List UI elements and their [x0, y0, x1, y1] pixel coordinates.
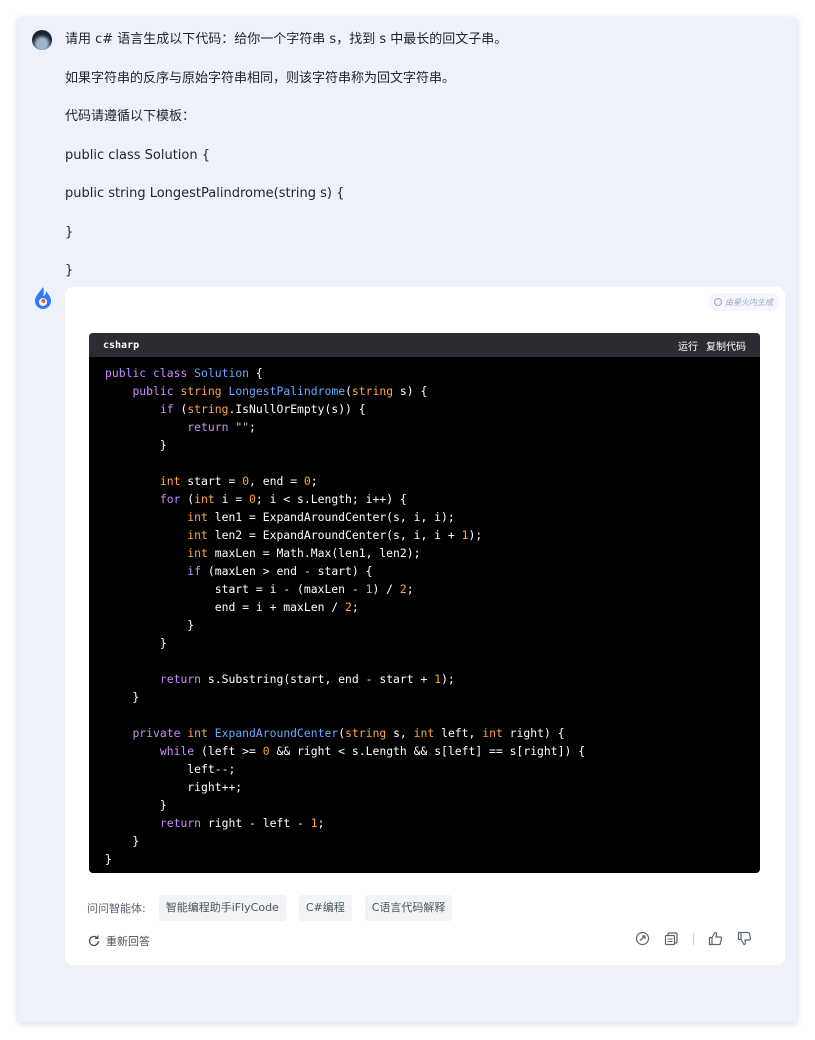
user-message-line: 如果字符串的反序与原始字符串相同，则该字符串称为回文字符串。: [65, 70, 456, 86]
share-icon[interactable]: [635, 931, 650, 946]
user-message-line: public string LongestPalindrome(string s…: [65, 186, 345, 201]
agent-chip-csharp[interactable]: C#编程: [298, 895, 352, 921]
user-avatar: [32, 30, 52, 50]
code-language: csharp: [103, 339, 140, 351]
ask-agent-row: 问问智能体: 智能编程助手iFlyCode C#编程 C语言代码解释: [87, 895, 453, 921]
user-message-line: }: [65, 224, 74, 240]
code-header: csharp 运行 复制代码: [89, 333, 760, 357]
chat-panel: 请用 c# 语言生成以下代码：给你一个字符串 s，找到 s 中最长的回文子串。 …: [18, 18, 797, 1022]
user-message-line: 请用 c# 语言生成以下代码：给你一个字符串 s，找到 s 中最长的回文子串。: [65, 32, 508, 47]
ai-badge-label: 由星火内生成: [725, 297, 773, 307]
ai-badge-icon: [714, 298, 722, 306]
ask-agent-label: 问问智能体:: [87, 902, 146, 915]
ai-generated-badge: 由星火内生成: [709, 293, 779, 311]
agent-chip-c-explain[interactable]: C语言代码解释: [364, 895, 453, 921]
regenerate-button[interactable]: 重新回答: [87, 933, 150, 949]
user-message-line: public class Solution {: [65, 147, 211, 163]
toolbar-divider: [693, 932, 694, 945]
copy-icon[interactable]: [664, 931, 679, 946]
answer-card: 由星火内生成 csharp 运行 复制代码 public class Solut…: [65, 287, 785, 965]
agent-chip-iflycode[interactable]: 智能编程助手iFlyCode: [158, 895, 286, 921]
thumbs-up-icon[interactable]: [708, 931, 723, 946]
code-content: public class Solution { public string Lo…: [105, 366, 586, 866]
thumbs-down-icon[interactable]: [737, 931, 752, 946]
user-message: 请用 c# 语言生成以下代码：给你一个字符串 s，找到 s 中最长的回文子串。 …: [65, 31, 765, 301]
run-button[interactable]: 运行: [678, 338, 698, 353]
code-block: csharp 运行 复制代码 public class Solution { p…: [89, 333, 760, 873]
refresh-icon: [87, 934, 101, 948]
bot-avatar-icon: [32, 286, 54, 310]
regenerate-label: 重新回答: [106, 935, 150, 948]
user-message-line: 代码请遵循以下模板：: [65, 109, 196, 124]
copy-code-button[interactable]: 复制代码: [706, 338, 746, 353]
answer-toolbar: [635, 931, 752, 946]
